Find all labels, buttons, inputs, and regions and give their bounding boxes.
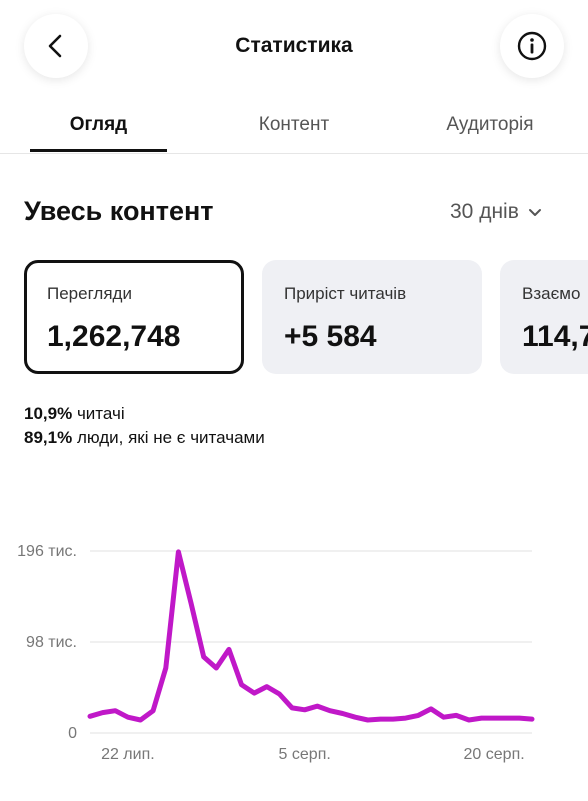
info-button[interactable] [500,14,564,78]
info-icon [517,31,547,61]
tab-audience[interactable]: Аудиторія [425,114,555,136]
tab-bar: Огляд Контент Аудиторія [0,100,588,154]
non-followers-percent: 89,1% [24,428,73,447]
tab-overview[interactable]: Огляд [30,114,167,136]
followers-label: читачі [76,404,125,423]
line-chart: 196 тис. 98 тис. 0 22 лип. 5 серп. 20 серп. [17,543,535,763]
views-chart: 196 тис. 98 тис. 0 22 лип. 5 серп. 20 серп. [0,530,588,780]
non-followers-row: 89,1% люди, які не є читачами [24,426,265,450]
x-tick-label: 5 серп. [279,746,331,763]
chevron-down-icon [528,209,541,216]
metric-card-follower-growth[interactable]: Приріст читачів +5 584 [262,260,482,374]
followers-percent: 10,9% [24,404,73,423]
y-tick-label: 0 [68,725,77,742]
period-label: 30 днів [450,200,519,223]
metric-card-views[interactable]: Перегляди 1,262,748 [24,260,244,374]
views-breakdown: 10,9% читачі 89,1% люди, які не є читача… [24,402,265,450]
metric-label: Приріст читачів [284,284,407,303]
y-tick-label: 196 тис. [17,543,77,560]
metric-label: Перегляди [47,284,132,303]
active-tab-indicator [30,149,167,152]
series-line [87,549,535,723]
metric-label: Взаємо [522,284,581,303]
tab-content[interactable]: Контент [224,114,364,136]
non-followers-label: люди, які не є читачами [76,428,265,447]
top-bar: Статистика [0,0,588,92]
period-selector[interactable]: 30 днів [450,200,543,224]
metric-value: 1,262,748 [47,320,181,353]
metric-value: +5 584 [284,320,377,353]
x-tick-label: 20 серп. [464,746,525,763]
section-title: Увесь контент [24,196,214,226]
followers-row: 10,9% читачі [24,402,265,426]
x-tick-label: 22 лип. [101,746,155,763]
y-tick-label: 98 тис. [26,634,77,651]
metric-value: 114,7 [522,320,588,353]
metric-card-interactions[interactable]: Взаємо 114,7 [500,260,588,374]
